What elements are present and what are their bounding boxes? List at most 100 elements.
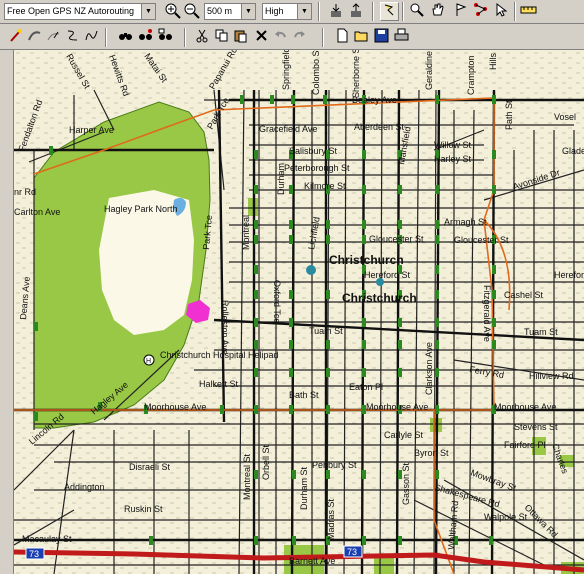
undo-icon[interactable]	[271, 28, 290, 47]
street-label: Addington	[64, 482, 105, 492]
street-label: Barnett Ave	[289, 556, 335, 566]
street-label: Hereford St	[364, 270, 411, 280]
copy-icon[interactable]	[212, 28, 231, 47]
street-label: Harley St	[434, 154, 472, 164]
street-label: Halkett St	[199, 379, 239, 389]
street-label: Tuam St	[309, 326, 343, 336]
toolbar-separator	[402, 2, 404, 21]
map-left-ruler	[0, 50, 14, 574]
street-label: Carlton Ave	[14, 207, 60, 217]
street-label: Clarkson Ave	[424, 342, 434, 395]
street-label: Hillview Rd	[529, 371, 574, 381]
toolbar-separator	[184, 28, 186, 47]
zoom-in-icon[interactable]	[163, 2, 182, 21]
street-label: Moorhouse Ave	[494, 402, 556, 412]
street-label: Fairford Pl	[504, 440, 546, 450]
street-label: Stevens St	[514, 422, 558, 432]
zoom-level-select[interactable]: 500 m ▼	[204, 3, 256, 20]
street-label: Ruskin St	[124, 504, 163, 514]
toolbar-separator	[105, 28, 107, 47]
info-marker-icon[interactable]	[306, 265, 316, 275]
street-label: Moorhouse Ave	[144, 402, 206, 412]
waypoint-flag-icon[interactable]	[451, 2, 470, 21]
street-label: Carlyle St	[384, 430, 424, 440]
street-label: Oxford Tce	[272, 280, 282, 323]
delete-icon[interactable]	[252, 28, 271, 47]
new-file-icon[interactable]	[333, 28, 352, 47]
street-label: Path St	[504, 100, 514, 130]
hospital-label: Christchurch Hospital Helipad	[160, 350, 279, 360]
send-to-device-icon[interactable]	[326, 2, 345, 21]
street-label: Aberdeen St	[354, 122, 405, 132]
highway-shield-label: 73	[29, 549, 39, 559]
park-label: Hagley Park North	[104, 204, 178, 214]
street-label: Moorhouse Ave	[366, 402, 428, 412]
map-product-value: Free Open GPS NZ Autorouting	[7, 6, 135, 16]
pan-hand-icon[interactable]	[428, 2, 447, 21]
street-label: Montreal	[241, 215, 251, 250]
chevron-down-icon[interactable]: ▼	[141, 4, 155, 19]
street-label: Crampton	[466, 55, 476, 95]
gps-map-window: Free Open GPS NZ Autorouting ▼ 500 m ▼ H…	[0, 0, 584, 574]
main-toolbar: Free Open GPS NZ Autorouting ▼ 500 m ▼ H…	[0, 0, 584, 24]
street-label: Madras St	[326, 498, 336, 540]
selection-tool-icon[interactable]	[380, 2, 399, 21]
find-near-icon[interactable]	[136, 28, 155, 47]
street-label: Orbell St	[261, 444, 271, 480]
erase-track-icon[interactable]	[44, 28, 63, 47]
route-tool-icon[interactable]	[471, 2, 490, 21]
street-label: Gloucester St	[454, 235, 509, 245]
receive-from-device-icon[interactable]	[346, 2, 365, 21]
highway-shield-label: 73	[347, 547, 357, 557]
map-product-select[interactable]: Free Open GPS NZ Autorouting ▼	[4, 3, 156, 20]
street-label: Springfield	[281, 50, 291, 90]
street-label: Armagh St	[444, 217, 487, 227]
street-label: Gracefield Ave	[259, 124, 317, 134]
binoculars-icon[interactable]	[116, 28, 135, 47]
new-waypoint-icon[interactable]	[6, 28, 25, 47]
zoom-tool-icon[interactable]	[407, 2, 426, 21]
smooth-track-icon[interactable]	[82, 28, 101, 47]
find-places-icon[interactable]	[156, 28, 175, 47]
street-label: Peterborough St	[284, 163, 350, 173]
street-label: Penbury St	[312, 460, 357, 470]
zoom-out-icon[interactable]	[182, 2, 201, 21]
save-disk-icon[interactable]	[372, 28, 391, 47]
street-label: Kilmore St	[304, 181, 346, 191]
chevron-down-icon[interactable]: ▼	[241, 4, 255, 19]
street-label: Durham St	[299, 466, 309, 510]
detail-level-select[interactable]: High ▼	[262, 3, 312, 20]
street-label: Sherborne St	[351, 50, 361, 98]
street-label: Harper Ave	[69, 125, 114, 135]
street-label: Cashel St	[504, 290, 544, 300]
street-label: Rolleston Ave	[220, 300, 230, 355]
print-icon[interactable]	[392, 28, 411, 47]
map-view[interactable]: 73 73 H Harper Ave Fendalton Rd Russel S…	[14, 50, 584, 574]
redo-icon[interactable]	[290, 28, 309, 47]
street-label: Gasson St	[401, 462, 411, 505]
cut-icon[interactable]	[193, 28, 212, 47]
city-label: Christchurch	[342, 291, 417, 305]
street-label: Hereford	[554, 270, 584, 280]
street-label: Gloucester St	[369, 234, 424, 244]
secondary-toolbar	[0, 26, 584, 50]
draw-track-icon[interactable]	[63, 28, 82, 47]
street-label: Tuam St	[524, 327, 558, 337]
open-folder-icon[interactable]	[352, 28, 371, 47]
hospital-icon-letter: H	[146, 358, 151, 365]
street-label: Montreal St	[242, 453, 252, 500]
street-label: Eaton Pl	[349, 382, 383, 392]
chevron-down-icon[interactable]: ▼	[297, 4, 311, 19]
measure-ruler-icon[interactable]	[519, 2, 538, 21]
street-label: Fitzgerald Ave	[482, 285, 492, 342]
street-label: Macaulay St	[22, 534, 72, 544]
street-label: Bealey Ave	[352, 95, 397, 105]
toolbar-separator	[318, 2, 320, 21]
street-label: Disraeli St	[129, 462, 171, 472]
pointer-arrow-icon[interactable]	[491, 2, 510, 21]
toolbar-separator	[514, 2, 516, 21]
edit-track-icon[interactable]	[25, 28, 44, 47]
detail-level-value: High	[265, 6, 284, 16]
street-label: Bath St	[289, 390, 319, 400]
paste-icon[interactable]	[231, 28, 250, 47]
